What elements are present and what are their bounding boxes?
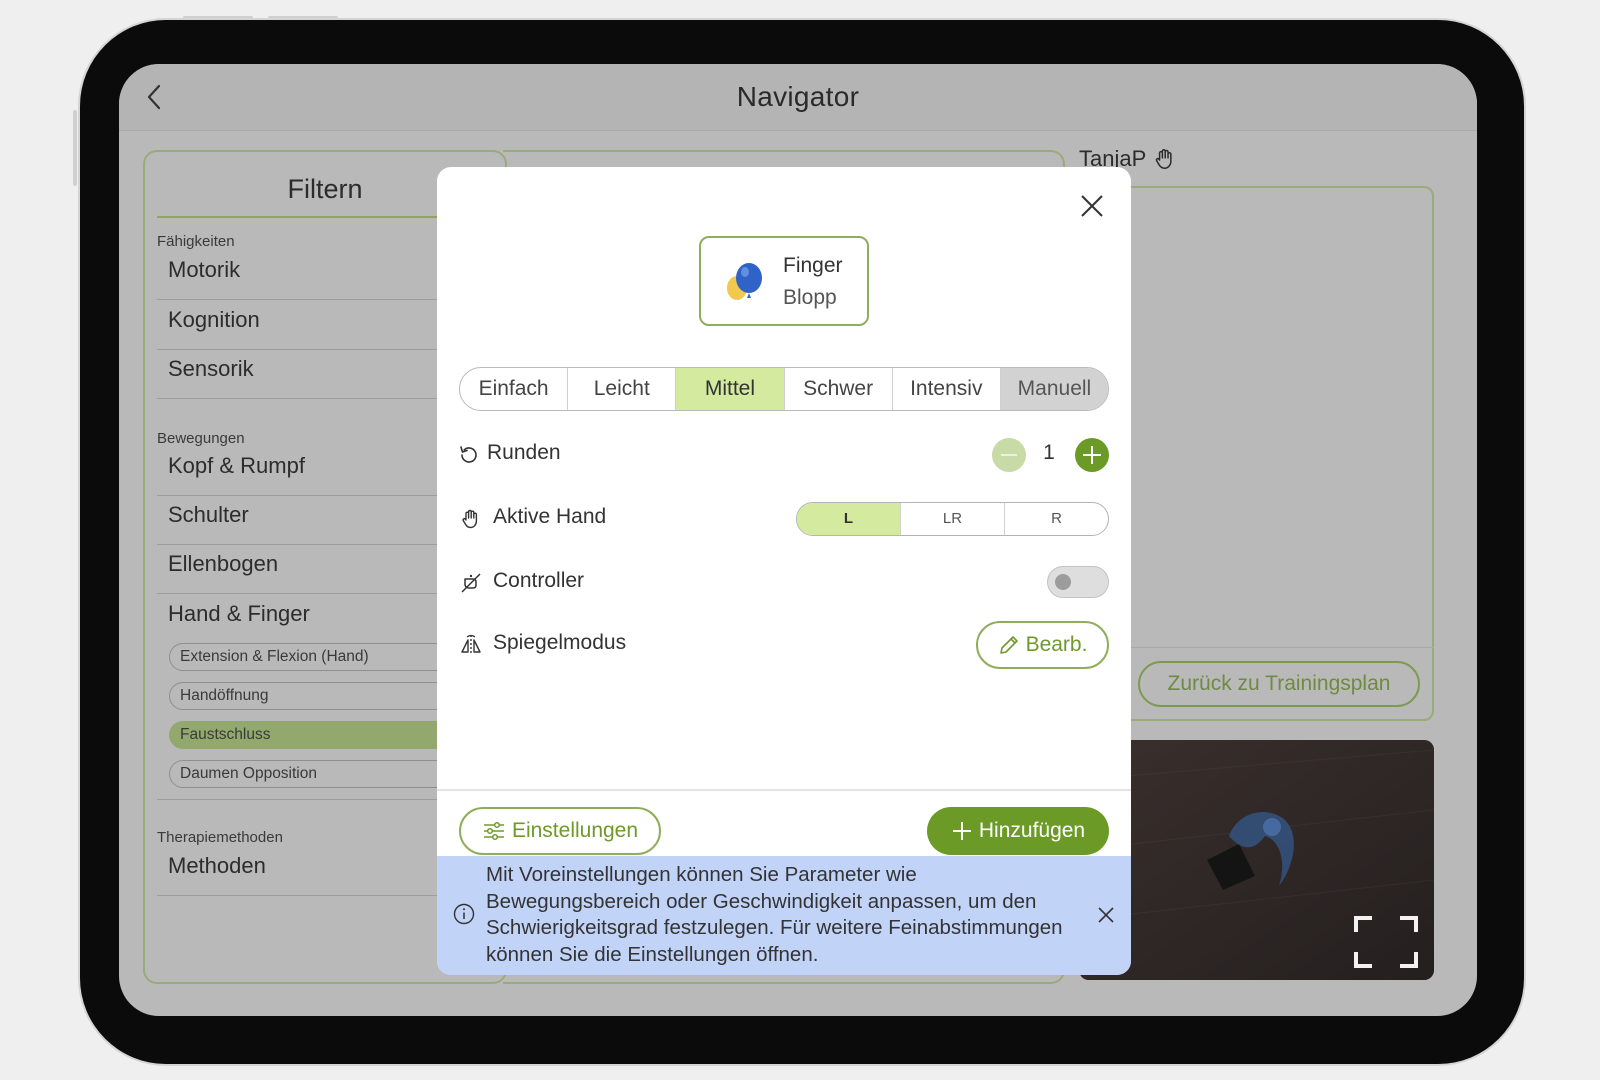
info-message: Mit Voreinstellungen können Sie Paramete… bbox=[486, 863, 1063, 966]
pencil-icon bbox=[999, 636, 1018, 654]
rotate-icon bbox=[460, 446, 477, 463]
level-schwer[interactable]: Schwer bbox=[785, 368, 893, 410]
mirror-icon bbox=[461, 634, 481, 655]
game-title-line1: Finger bbox=[783, 254, 843, 277]
rounds-value: 1 bbox=[1043, 441, 1055, 464]
level-mittel[interactable]: Mittel bbox=[676, 368, 785, 410]
settings-button-label: Einstellungen bbox=[511, 819, 639, 842]
mirror-mode-label: Spiegelmodus bbox=[493, 631, 627, 654]
game-preview-video[interactable] bbox=[1079, 740, 1434, 980]
close-icon[interactable] bbox=[1077, 191, 1107, 221]
toggle-knob bbox=[1055, 574, 1071, 590]
edit-button-label: Bearb. bbox=[1025, 633, 1088, 656]
level-einfach[interactable]: Einfach bbox=[460, 368, 569, 410]
game-title-line2: Blopp bbox=[783, 286, 837, 309]
info-icon bbox=[453, 903, 475, 925]
controller-row: Controller bbox=[459, 563, 1109, 603]
level-leicht[interactable]: Leicht bbox=[568, 368, 677, 410]
device-side-button bbox=[73, 110, 77, 186]
hand-icon bbox=[462, 509, 478, 529]
edit-button[interactable]: Bearb. bbox=[976, 621, 1109, 669]
section-label-skills: Fähigkeiten bbox=[157, 233, 235, 250]
panel-divider bbox=[1119, 647, 1434, 648]
page-title: Navigator bbox=[736, 81, 860, 112]
sliders-icon bbox=[483, 821, 504, 841]
rounds-increase-button[interactable] bbox=[1075, 438, 1109, 472]
controller-icon bbox=[461, 573, 481, 593]
level-intensiv[interactable]: Intensiv bbox=[893, 368, 1001, 410]
level-manuell[interactable]: Manuell bbox=[1000, 368, 1108, 410]
add-button-label: Hinzufügen bbox=[978, 819, 1086, 842]
game-card: Finger Blopp bbox=[699, 236, 869, 326]
top-bar: Navigator bbox=[119, 64, 1477, 131]
hand-option-l[interactable]: L bbox=[797, 503, 901, 535]
hand-option-lr[interactable]: LR bbox=[901, 503, 1005, 535]
rounds-decrease-button[interactable] bbox=[992, 438, 1026, 472]
hand-option-r[interactable]: R bbox=[1005, 503, 1108, 535]
add-button[interactable]: Hinzufügen bbox=[927, 807, 1109, 855]
plus-icon bbox=[952, 822, 971, 840]
training-plan-panel bbox=[1079, 186, 1434, 721]
close-icon[interactable] bbox=[1097, 906, 1115, 924]
hand-icon bbox=[1156, 149, 1172, 169]
settings-button[interactable]: Einstellungen bbox=[459, 807, 661, 855]
controller-toggle[interactable] bbox=[1047, 566, 1109, 598]
active-hand-row: Aktive Hand L LR R bbox=[459, 499, 1109, 539]
balloon-icon bbox=[727, 263, 762, 300]
controller-label: Controller bbox=[493, 569, 585, 592]
game-settings-dialog: Finger Blopp Einfach Leicht Mittel Schwe… bbox=[437, 167, 1131, 975]
active-hand-selector: L LR R bbox=[796, 502, 1109, 536]
back-to-plan-button[interactable]: Zurück zu Trainingsplan bbox=[1138, 661, 1420, 707]
fullscreen-icon[interactable] bbox=[1354, 916, 1418, 968]
difficulty-selector: Einfach Leicht Mittel Schwer Intensiv Ma… bbox=[459, 367, 1109, 411]
active-hand-label: Aktive Hand bbox=[493, 505, 607, 528]
info-banner: Mit Voreinstellungen können Sie Paramete… bbox=[437, 856, 1131, 975]
rounds-label: Runden bbox=[487, 441, 561, 464]
rounds-row: Runden 1 bbox=[459, 435, 1109, 475]
dialog-footer-divider bbox=[437, 789, 1131, 791]
section-label-methods: Therapiemethoden bbox=[157, 829, 283, 846]
mirror-mode-row: Spiegelmodus Bearb. bbox=[459, 621, 1109, 669]
section-label-movements: Bewegungen bbox=[157, 430, 245, 447]
